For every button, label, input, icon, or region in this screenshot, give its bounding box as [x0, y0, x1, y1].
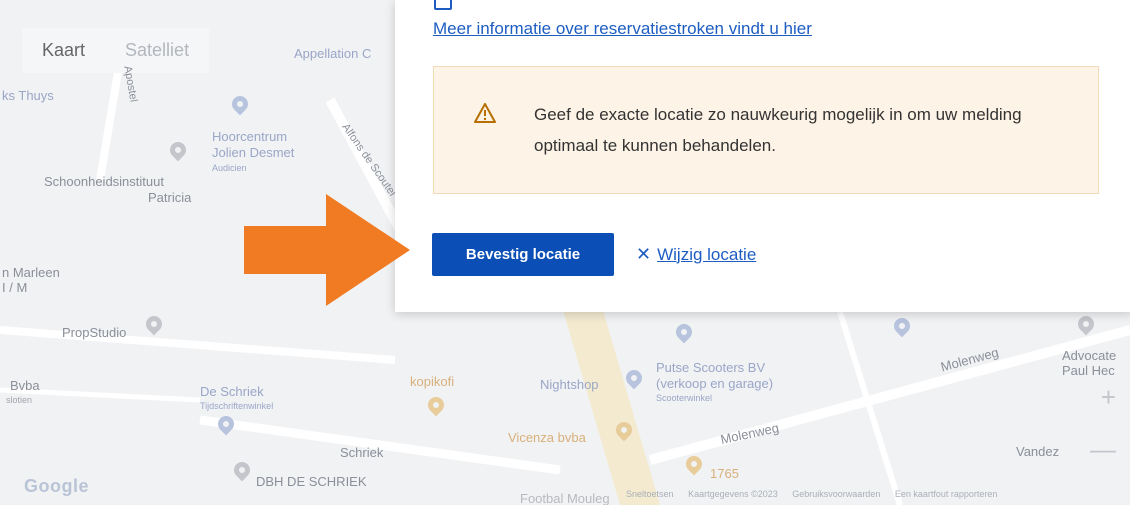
confirm-location-button[interactable]: Bevestig locatie	[432, 233, 614, 276]
map-label: Footbal Mouleg	[520, 491, 610, 505]
map-label: n Marleen	[2, 265, 60, 280]
map-label: Advocate	[1062, 348, 1117, 363]
attribution-report[interactable]: Een kaartfout rapporteren	[895, 489, 998, 499]
map-street-label: Schriek	[340, 445, 384, 460]
map-label: DBH DE SCHRIEK	[256, 474, 367, 489]
change-location-label: Wijzig locatie	[657, 244, 757, 264]
attribution-terms[interactable]: Gebruiksvoorwaarden	[792, 489, 880, 499]
map-attribution: Sneltoetsen Kaartgegevens ©2023 Gebruiks…	[626, 489, 1009, 499]
map-label: Vicenza bvba	[508, 430, 586, 445]
map-label: 1765	[710, 466, 739, 481]
change-location-link[interactable]: ✕ Wijzig locatie	[636, 244, 756, 265]
map-label: ks Thuys	[2, 88, 54, 103]
map-label: Nightshop	[540, 377, 599, 392]
close-icon: ✕	[636, 244, 652, 264]
warning-icon	[474, 103, 496, 123]
map-label: kopikofi	[410, 374, 455, 389]
map-label: Patricia	[148, 190, 192, 205]
map-label: Schoonheidsinstituut	[44, 174, 164, 189]
map-label: Tijdschriftenwinkel	[200, 401, 274, 411]
map-label: slotien	[6, 395, 33, 405]
warning-box: Geef de exacte locatie zo nauwkeurig mog…	[433, 66, 1099, 194]
map-label: I / M	[2, 280, 28, 295]
map-label: Paul Hec	[1062, 363, 1115, 378]
zoom-in-button[interactable]: +	[1101, 382, 1116, 413]
warning-text: Geef de exacte locatie zo nauwkeurig mog…	[534, 105, 1022, 155]
google-logo: Google	[24, 476, 89, 496]
map-label: Jolien Desmet	[212, 145, 295, 160]
map-type-control: Kaart Satelliet	[22, 28, 210, 73]
checkbox-reservation[interactable]	[434, 0, 452, 10]
attribution-shortcuts[interactable]: Sneltoetsen	[626, 489, 674, 499]
map-label: Scooterwinkel	[656, 393, 713, 403]
attribution-mapdata: Kaartgegevens ©2023	[688, 489, 778, 499]
map-label: Vandez	[1016, 444, 1060, 459]
map-type-kaart[interactable]: Kaart	[22, 28, 105, 73]
reservation-info-link[interactable]: Meer informatie over reservatiestroken v…	[433, 19, 812, 39]
map-label: Appellation C	[294, 46, 372, 61]
map-label: PropStudio	[62, 325, 127, 340]
orange-arrow-icon	[244, 194, 410, 306]
map-label: (verkoop en garage)	[656, 376, 774, 391]
map-label: Bvba	[10, 378, 40, 393]
map-label: Audicien	[212, 163, 247, 173]
map-label: De Schriek	[200, 384, 264, 399]
map-label: Hoorcentrum	[212, 129, 288, 144]
map-label: Putse Scooters BV	[656, 360, 766, 375]
zoom-out-button[interactable]: —	[1090, 434, 1116, 465]
